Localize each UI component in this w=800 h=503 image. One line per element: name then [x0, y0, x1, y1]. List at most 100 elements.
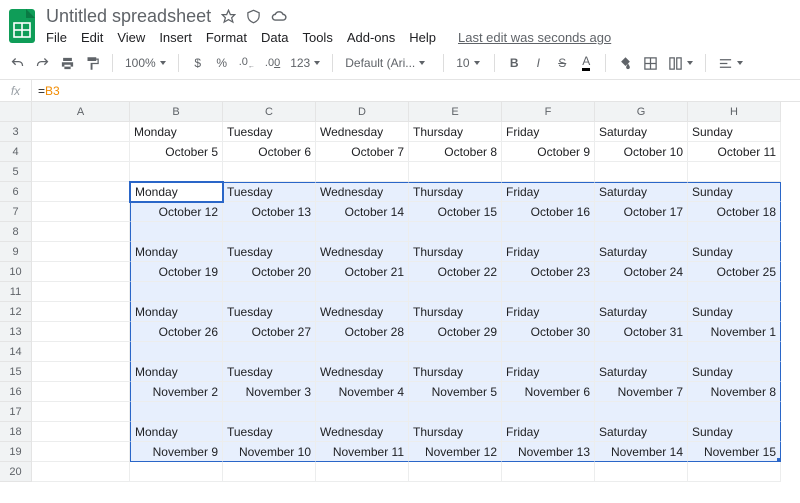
cell-F17[interactable] — [502, 402, 595, 422]
redo-button[interactable] — [33, 52, 52, 74]
cell-C7[interactable]: October 13 — [223, 202, 316, 222]
row-header-10[interactable]: 10 — [0, 262, 32, 282]
cell-E10[interactable]: October 22 — [409, 262, 502, 282]
cell-B11[interactable] — [130, 282, 223, 302]
cell-G18[interactable]: Saturday — [595, 422, 688, 442]
col-header-H[interactable]: H — [688, 102, 781, 122]
cell-F13[interactable]: October 30 — [502, 322, 595, 342]
move-icon[interactable] — [246, 9, 261, 24]
cell-D10[interactable]: October 21 — [316, 262, 409, 282]
cell-F3[interactable]: Friday — [502, 122, 595, 142]
cell-E11[interactable] — [409, 282, 502, 302]
cell-F10[interactable]: October 23 — [502, 262, 595, 282]
menu-insert[interactable]: Insert — [159, 30, 192, 45]
cell-B18[interactable]: Monday — [130, 422, 223, 442]
cell-B14[interactable] — [130, 342, 223, 362]
cell-D14[interactable] — [316, 342, 409, 362]
cell-A19[interactable] — [32, 442, 130, 462]
text-color-button[interactable]: A — [577, 52, 595, 74]
formula-input[interactable]: =B3 — [32, 84, 800, 98]
cell-H8[interactable] — [688, 222, 781, 242]
strike-button[interactable]: S — [553, 52, 571, 74]
cell-A11[interactable] — [32, 282, 130, 302]
cell-B7[interactable]: October 12 — [130, 202, 223, 222]
cell-E16[interactable]: November 5 — [409, 382, 502, 402]
cell-B5[interactable] — [130, 162, 223, 182]
percent-button[interactable]: % — [213, 52, 231, 74]
cell-C8[interactable] — [223, 222, 316, 242]
doc-title[interactable]: Untitled spreadsheet — [46, 6, 211, 27]
cell-H18[interactable]: Sunday — [688, 422, 781, 442]
row-header-9[interactable]: 9 — [0, 242, 32, 262]
cell-D20[interactable] — [316, 462, 409, 482]
cell-H17[interactable] — [688, 402, 781, 422]
cell-B9[interactable]: Monday — [130, 242, 223, 262]
currency-button[interactable]: $ — [189, 52, 207, 74]
cell-C3[interactable]: Tuesday — [223, 122, 316, 142]
paint-format-button[interactable] — [83, 52, 102, 74]
cell-D5[interactable] — [316, 162, 409, 182]
cell-C14[interactable] — [223, 342, 316, 362]
cell-H10[interactable]: October 25 — [688, 262, 781, 282]
cell-D15[interactable]: Wednesday — [316, 362, 409, 382]
cell-C13[interactable]: October 27 — [223, 322, 316, 342]
menu-format[interactable]: Format — [206, 30, 247, 45]
cell-F15[interactable]: Friday — [502, 362, 595, 382]
cell-D4[interactable]: October 7 — [316, 142, 409, 162]
cell-E19[interactable]: November 12 — [409, 442, 502, 462]
cell-H15[interactable]: Sunday — [688, 362, 781, 382]
cell-E5[interactable] — [409, 162, 502, 182]
cell-D8[interactable] — [316, 222, 409, 242]
cell-H5[interactable] — [688, 162, 781, 182]
cell-A4[interactable] — [32, 142, 130, 162]
cell-E18[interactable]: Thursday — [409, 422, 502, 442]
col-header-E[interactable]: E — [409, 102, 502, 122]
cell-A12[interactable] — [32, 302, 130, 322]
fill-color-button[interactable] — [616, 52, 635, 74]
row-header-7[interactable]: 7 — [0, 202, 32, 222]
cell-C10[interactable]: October 20 — [223, 262, 316, 282]
menu-help[interactable]: Help — [409, 30, 436, 45]
cell-G8[interactable] — [595, 222, 688, 242]
row-header-20[interactable]: 20 — [0, 462, 32, 482]
cell-G3[interactable]: Saturday — [595, 122, 688, 142]
col-header-B[interactable]: B — [130, 102, 223, 122]
cell-E12[interactable]: Thursday — [409, 302, 502, 322]
merge-button[interactable] — [666, 56, 695, 71]
cell-A16[interactable] — [32, 382, 130, 402]
cell-F4[interactable]: October 9 — [502, 142, 595, 162]
cell-C19[interactable]: November 10 — [223, 442, 316, 462]
cell-C6[interactable]: Tuesday — [223, 182, 316, 202]
h-align-button[interactable] — [716, 56, 745, 71]
cell-A5[interactable] — [32, 162, 130, 182]
bold-button[interactable]: B — [505, 52, 523, 74]
last-edit-link[interactable]: Last edit was seconds ago — [458, 30, 611, 45]
cell-H6[interactable]: Sunday — [688, 182, 781, 202]
row-header-13[interactable]: 13 — [0, 322, 32, 342]
cell-C4[interactable]: October 6 — [223, 142, 316, 162]
cell-G17[interactable] — [595, 402, 688, 422]
cell-G10[interactable]: October 24 — [595, 262, 688, 282]
cell-G5[interactable] — [595, 162, 688, 182]
font-select[interactable]: Default (Ari... — [343, 56, 433, 70]
cell-H9[interactable]: Sunday — [688, 242, 781, 262]
cell-B12[interactable]: Monday — [130, 302, 223, 322]
cell-B15[interactable]: Monday — [130, 362, 223, 382]
cell-G20[interactable] — [595, 462, 688, 482]
cell-D6[interactable]: Wednesday — [316, 182, 409, 202]
cell-E9[interactable]: Thursday — [409, 242, 502, 262]
row-header-19[interactable]: 19 — [0, 442, 32, 462]
cell-A7[interactable] — [32, 202, 130, 222]
row-header-3[interactable]: 3 — [0, 122, 32, 142]
cell-G19[interactable]: November 14 — [595, 442, 688, 462]
col-header-G[interactable]: G — [595, 102, 688, 122]
cell-E7[interactable]: October 15 — [409, 202, 502, 222]
row-header-4[interactable]: 4 — [0, 142, 32, 162]
cell-G6[interactable]: Saturday — [595, 182, 688, 202]
cell-F12[interactable]: Friday — [502, 302, 595, 322]
cell-H11[interactable] — [688, 282, 781, 302]
row-header-15[interactable]: 15 — [0, 362, 32, 382]
cell-B16[interactable]: November 2 — [130, 382, 223, 402]
row-header-17[interactable]: 17 — [0, 402, 32, 422]
cell-E4[interactable]: October 8 — [409, 142, 502, 162]
